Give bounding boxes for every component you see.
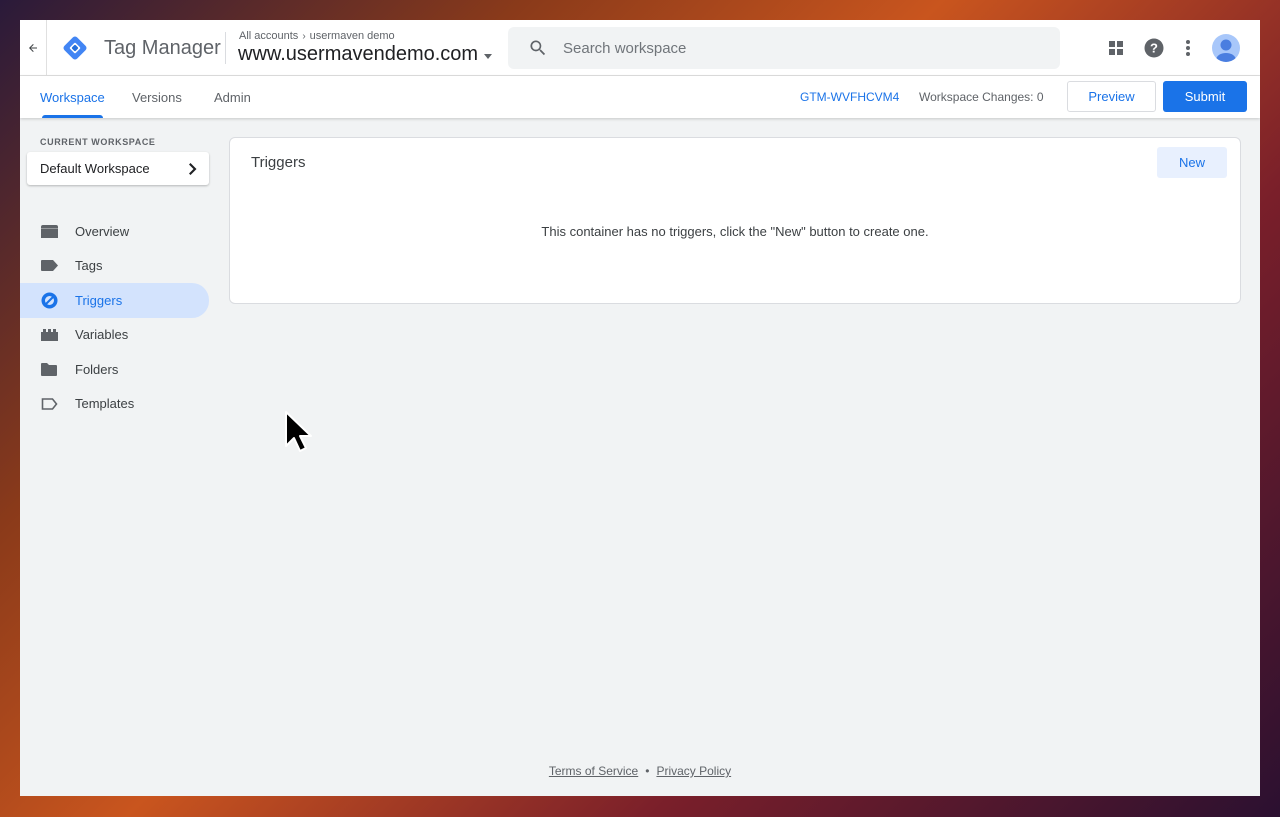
help-icon[interactable]: ? (1142, 36, 1166, 60)
tab-label: Versions (132, 89, 182, 105)
product-name: Tag Manager (104, 37, 221, 59)
chevron-right-icon: › (302, 30, 306, 42)
sidebar-item-tags[interactable]: Tags (20, 249, 209, 284)
tab-label: Workspace (40, 89, 105, 105)
arrow-back-icon (29, 44, 37, 52)
breadcrumb-account[interactable]: usermaven demo (310, 30, 395, 42)
sidebar-nav: Overview Tags Triggers Variables Folders (20, 214, 209, 421)
search-bar[interactable] (508, 27, 1060, 69)
tab-label: Admin (214, 89, 251, 105)
submit-button[interactable]: Submit (1163, 81, 1247, 112)
tag-manager-logo-icon (63, 36, 87, 60)
breadcrumb-all-accounts[interactable]: All accounts (239, 30, 298, 42)
sidebar-item-overview[interactable]: Overview (20, 214, 209, 249)
account-avatar[interactable] (1212, 34, 1240, 62)
footer: Terms of Service • Privacy Policy (20, 764, 1260, 778)
tab-admin[interactable]: Admin (214, 76, 251, 118)
sidebar-item-label: Templates (75, 396, 135, 412)
sidebar-item-triggers[interactable]: Triggers (20, 283, 209, 318)
sidebar-item-folders[interactable]: Folders (20, 352, 209, 387)
sidebar-item-templates[interactable]: Templates (20, 387, 209, 422)
triggers-card: Triggers New This container has no trigg… (229, 137, 1241, 304)
mouse-cursor-icon (285, 411, 312, 452)
person-icon (1216, 39, 1236, 62)
sidebar-item-label: Folders (75, 361, 119, 377)
sidebar-item-label: Variables (75, 327, 129, 343)
tab-versions[interactable]: Versions (132, 76, 182, 118)
search-input[interactable] (563, 39, 1023, 57)
tab-workspace[interactable]: Workspace (40, 76, 105, 118)
apps-grid-icon[interactable] (1104, 36, 1128, 60)
privacy-policy-link[interactable]: Privacy Policy (656, 764, 731, 778)
new-trigger-button[interactable]: New (1157, 147, 1227, 178)
divider (225, 32, 226, 64)
folder-icon (40, 360, 58, 378)
breadcrumb: All accounts › usermaven demo (239, 30, 395, 42)
workspace-changes-count: Workspace Changes: 0 (919, 90, 1044, 104)
page-title: Triggers (251, 154, 306, 171)
container-name: www.usermavendemo.com (238, 43, 479, 65)
workspace-name: Default Workspace (40, 161, 150, 176)
workspace-selector[interactable]: Default Workspace (27, 152, 209, 185)
workspace-toolbar: Workspace Versions Admin GTM-WVFHCVM4 Wo… (20, 76, 1260, 118)
tag-icon (40, 257, 58, 275)
sidebar-item-label: Tags (75, 258, 103, 274)
svg-text:?: ? (1150, 41, 1158, 56)
dropdown-caret-icon (484, 53, 493, 59)
back-button[interactable] (20, 20, 47, 76)
preview-button[interactable]: Preview (1067, 81, 1156, 112)
sidebar-item-variables[interactable]: Variables (20, 318, 209, 353)
top-app-bar: Tag Manager All accounts › usermaven dem… (20, 20, 1260, 76)
template-icon (40, 395, 58, 413)
chevron-right-icon (189, 162, 197, 175)
terms-of-service-link[interactable]: Terms of Service (549, 764, 638, 778)
sidebar-item-label: Overview (75, 223, 130, 239)
empty-state-message: This container has no triggers, click th… (541, 224, 929, 239)
container-id-link[interactable]: GTM-WVFHCVM4 (800, 90, 899, 104)
more-vert-icon[interactable] (1176, 36, 1200, 60)
footer-separator: • (645, 764, 650, 778)
trigger-icon (40, 291, 58, 309)
sidebar-item-label: Triggers (75, 292, 123, 308)
variables-icon (40, 326, 58, 344)
app-window: Tag Manager All accounts › usermaven dem… (20, 20, 1260, 796)
search-icon (530, 40, 546, 56)
current-workspace-label: CURRENT WORKSPACE (40, 137, 156, 147)
overview-icon (40, 222, 58, 240)
container-selector[interactable]: www.usermavendemo.com (238, 43, 493, 66)
